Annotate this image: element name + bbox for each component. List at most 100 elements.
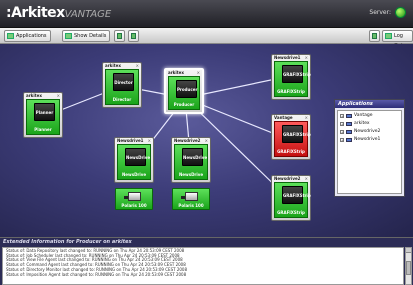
toolbar: Applications Show Details Log Out xyxy=(0,28,413,49)
node-label: NewsDrive xyxy=(178,172,204,177)
node-body: Planner Planner xyxy=(26,99,60,135)
server-icon: GRAFIXStrip xyxy=(282,186,311,204)
scroll-thumb[interactable] xyxy=(406,261,411,275)
node-body: Director Director xyxy=(105,69,139,105)
node-title: arkitex xyxy=(168,70,184,75)
tree-item-label: Vantage xyxy=(354,113,373,118)
folder-icon xyxy=(346,122,352,126)
node-director[interactable]: arkitex × Director Director xyxy=(102,62,142,108)
tree-item-label: Newsdrive2 xyxy=(354,129,381,134)
node-grafixstrip-vantage[interactable]: Vantage × GRAFIXStrip GRAFIXStrip xyxy=(271,114,311,160)
node-label: NewsDrive xyxy=(121,172,147,177)
tree-item-label: Newsdrive1 xyxy=(354,137,381,142)
server-icon: GRAFIXStrip xyxy=(282,65,311,83)
expand-icon[interactable]: + xyxy=(340,130,344,134)
close-icon[interactable]: × xyxy=(305,55,308,60)
server-status-icon[interactable] xyxy=(395,7,406,18)
topology-canvas[interactable]: arkitex × Planner Planner arkitex × Directo… xyxy=(0,44,413,237)
applications-icon xyxy=(7,33,14,39)
applications-panel-title: Applications xyxy=(335,100,404,108)
node-body: GRAFIXStrip GRAFIXStrip xyxy=(274,61,311,97)
node-label: Producer xyxy=(173,102,195,107)
show-details-button-label: Show Details xyxy=(74,33,107,39)
export-icon[interactable] xyxy=(114,30,125,42)
node-producer[interactable]: arkitex × Producer Producer xyxy=(164,68,204,114)
tree-item-arkitex[interactable]: + arkitex xyxy=(339,120,400,128)
log-line: Status of: Imposition Agent last changed… xyxy=(6,271,187,277)
close-icon[interactable]: × xyxy=(148,138,151,143)
folder-icon xyxy=(346,114,352,118)
close-icon[interactable]: × xyxy=(305,115,308,120)
node-body: GRAFIXStrip GRAFIXStrip xyxy=(274,182,311,218)
server-icon: Planner xyxy=(34,103,55,121)
server-icon: NewsDrive xyxy=(182,148,207,166)
close-icon[interactable]: × xyxy=(57,93,60,98)
tree-item-newsdrive1[interactable]: + Newsdrive1 xyxy=(339,136,400,144)
app-logo: :ArkitexVANTAGE xyxy=(6,5,111,21)
logout-button[interactable]: Log Out xyxy=(382,30,413,49)
details-icon xyxy=(65,33,72,39)
node-label: GRAFIXStrip xyxy=(277,149,305,154)
close-icon[interactable]: × xyxy=(197,70,200,75)
expand-icon[interactable]: + xyxy=(340,138,344,142)
settings-icon[interactable] xyxy=(369,30,380,42)
device-icon xyxy=(124,192,141,201)
expand-icon[interactable]: + xyxy=(340,122,344,126)
logo-sub: VANTAGE xyxy=(64,9,112,20)
node-grafixstrip-newsdrive2[interactable]: Newsdrive2 × GRAFIXStrip GRAFIXStrip xyxy=(271,175,311,221)
applications-panel: Applications + Vantage + arkitex + Newsdriv… xyxy=(334,99,405,197)
agent-polaris-1[interactable]: Polaris 100 xyxy=(115,188,153,210)
close-icon[interactable]: × xyxy=(205,138,208,143)
folder-icon xyxy=(346,130,352,134)
server-icon: Director xyxy=(113,73,134,91)
expand-icon[interactable]: + xyxy=(340,114,344,118)
close-icon[interactable]: × xyxy=(136,63,139,68)
app-header: :ArkitexVANTAGE Server: xyxy=(0,0,413,28)
server-icon: Producer xyxy=(176,80,197,98)
scroll-up-icon[interactable] xyxy=(406,248,411,253)
show-details-button[interactable]: Show Details xyxy=(62,30,111,42)
logout-icon xyxy=(385,33,392,39)
node-grafixstrip-newsdrive1[interactable]: Newsdrive1 × GRAFIXStrip GRAFIXStrip xyxy=(271,54,311,100)
node-title: Vantage xyxy=(274,115,293,120)
server-icon: NewsDrive xyxy=(125,148,150,166)
tools-icon[interactable] xyxy=(128,30,139,42)
node-planner[interactable]: arkitex × Planner Planner xyxy=(23,92,63,138)
node-label: Planner xyxy=(34,127,52,132)
log-scrollbar[interactable] xyxy=(405,247,412,285)
node-label: GRAFIXStrip xyxy=(277,210,305,215)
node-body: GRAFIXStrip GRAFIXStrip xyxy=(274,121,311,157)
extended-info-panel: Extended Information for Producer on ark… xyxy=(0,237,413,285)
node-title: Newsdrive2 xyxy=(174,138,201,143)
tree-item-vantage[interactable]: + Vantage xyxy=(339,112,400,120)
folder-icon xyxy=(346,138,352,142)
agent-polaris-2[interactable]: Polaris 100 xyxy=(172,188,210,210)
tree-item-label: arkitex xyxy=(354,121,370,126)
node-title: Newsdrive1 xyxy=(117,138,144,143)
applications-button[interactable]: Applications xyxy=(4,30,51,42)
server-icon: GRAFIXStrip xyxy=(282,125,311,143)
status-log[interactable]: Status of: Data Repository last changed … xyxy=(2,247,404,285)
node-body: NewsDrive NewsDrive xyxy=(174,144,208,180)
node-newsdrive2[interactable]: Newsdrive2 × NewsDrive NewsDrive xyxy=(171,137,211,183)
node-title: Newsdrive2 xyxy=(274,176,301,181)
agent-label: Polaris 100 xyxy=(178,203,204,208)
node-body: Producer Producer xyxy=(168,76,200,110)
agent-label: Polaris 100 xyxy=(121,203,147,208)
node-label: GRAFIXStrip xyxy=(277,89,305,94)
node-newsdrive1[interactable]: Newsdrive1 × NewsDrive NewsDrive xyxy=(114,137,154,183)
tree-item-newsdrive2[interactable]: + Newsdrive2 xyxy=(339,128,400,136)
node-title: arkitex xyxy=(105,63,121,68)
applications-button-label: Applications xyxy=(16,33,47,39)
node-label: Director xyxy=(112,97,132,102)
vantage-app: :ArkitexVANTAGE Server: Applications Sho… xyxy=(0,0,413,285)
node-title: Newsdrive1 xyxy=(274,55,301,60)
device-icon xyxy=(181,192,198,201)
server-label: Server: xyxy=(369,9,391,16)
node-body: NewsDrive NewsDrive xyxy=(117,144,151,180)
applications-tree: + Vantage + arkitex + Newsdrive2 + Newsdrive… xyxy=(337,110,402,194)
close-icon[interactable]: × xyxy=(305,176,308,181)
node-title: arkitex xyxy=(26,93,42,98)
info-panel-title: Extended Information for Producer on ark… xyxy=(3,239,132,245)
logo-main: :Arkitex xyxy=(6,5,65,21)
